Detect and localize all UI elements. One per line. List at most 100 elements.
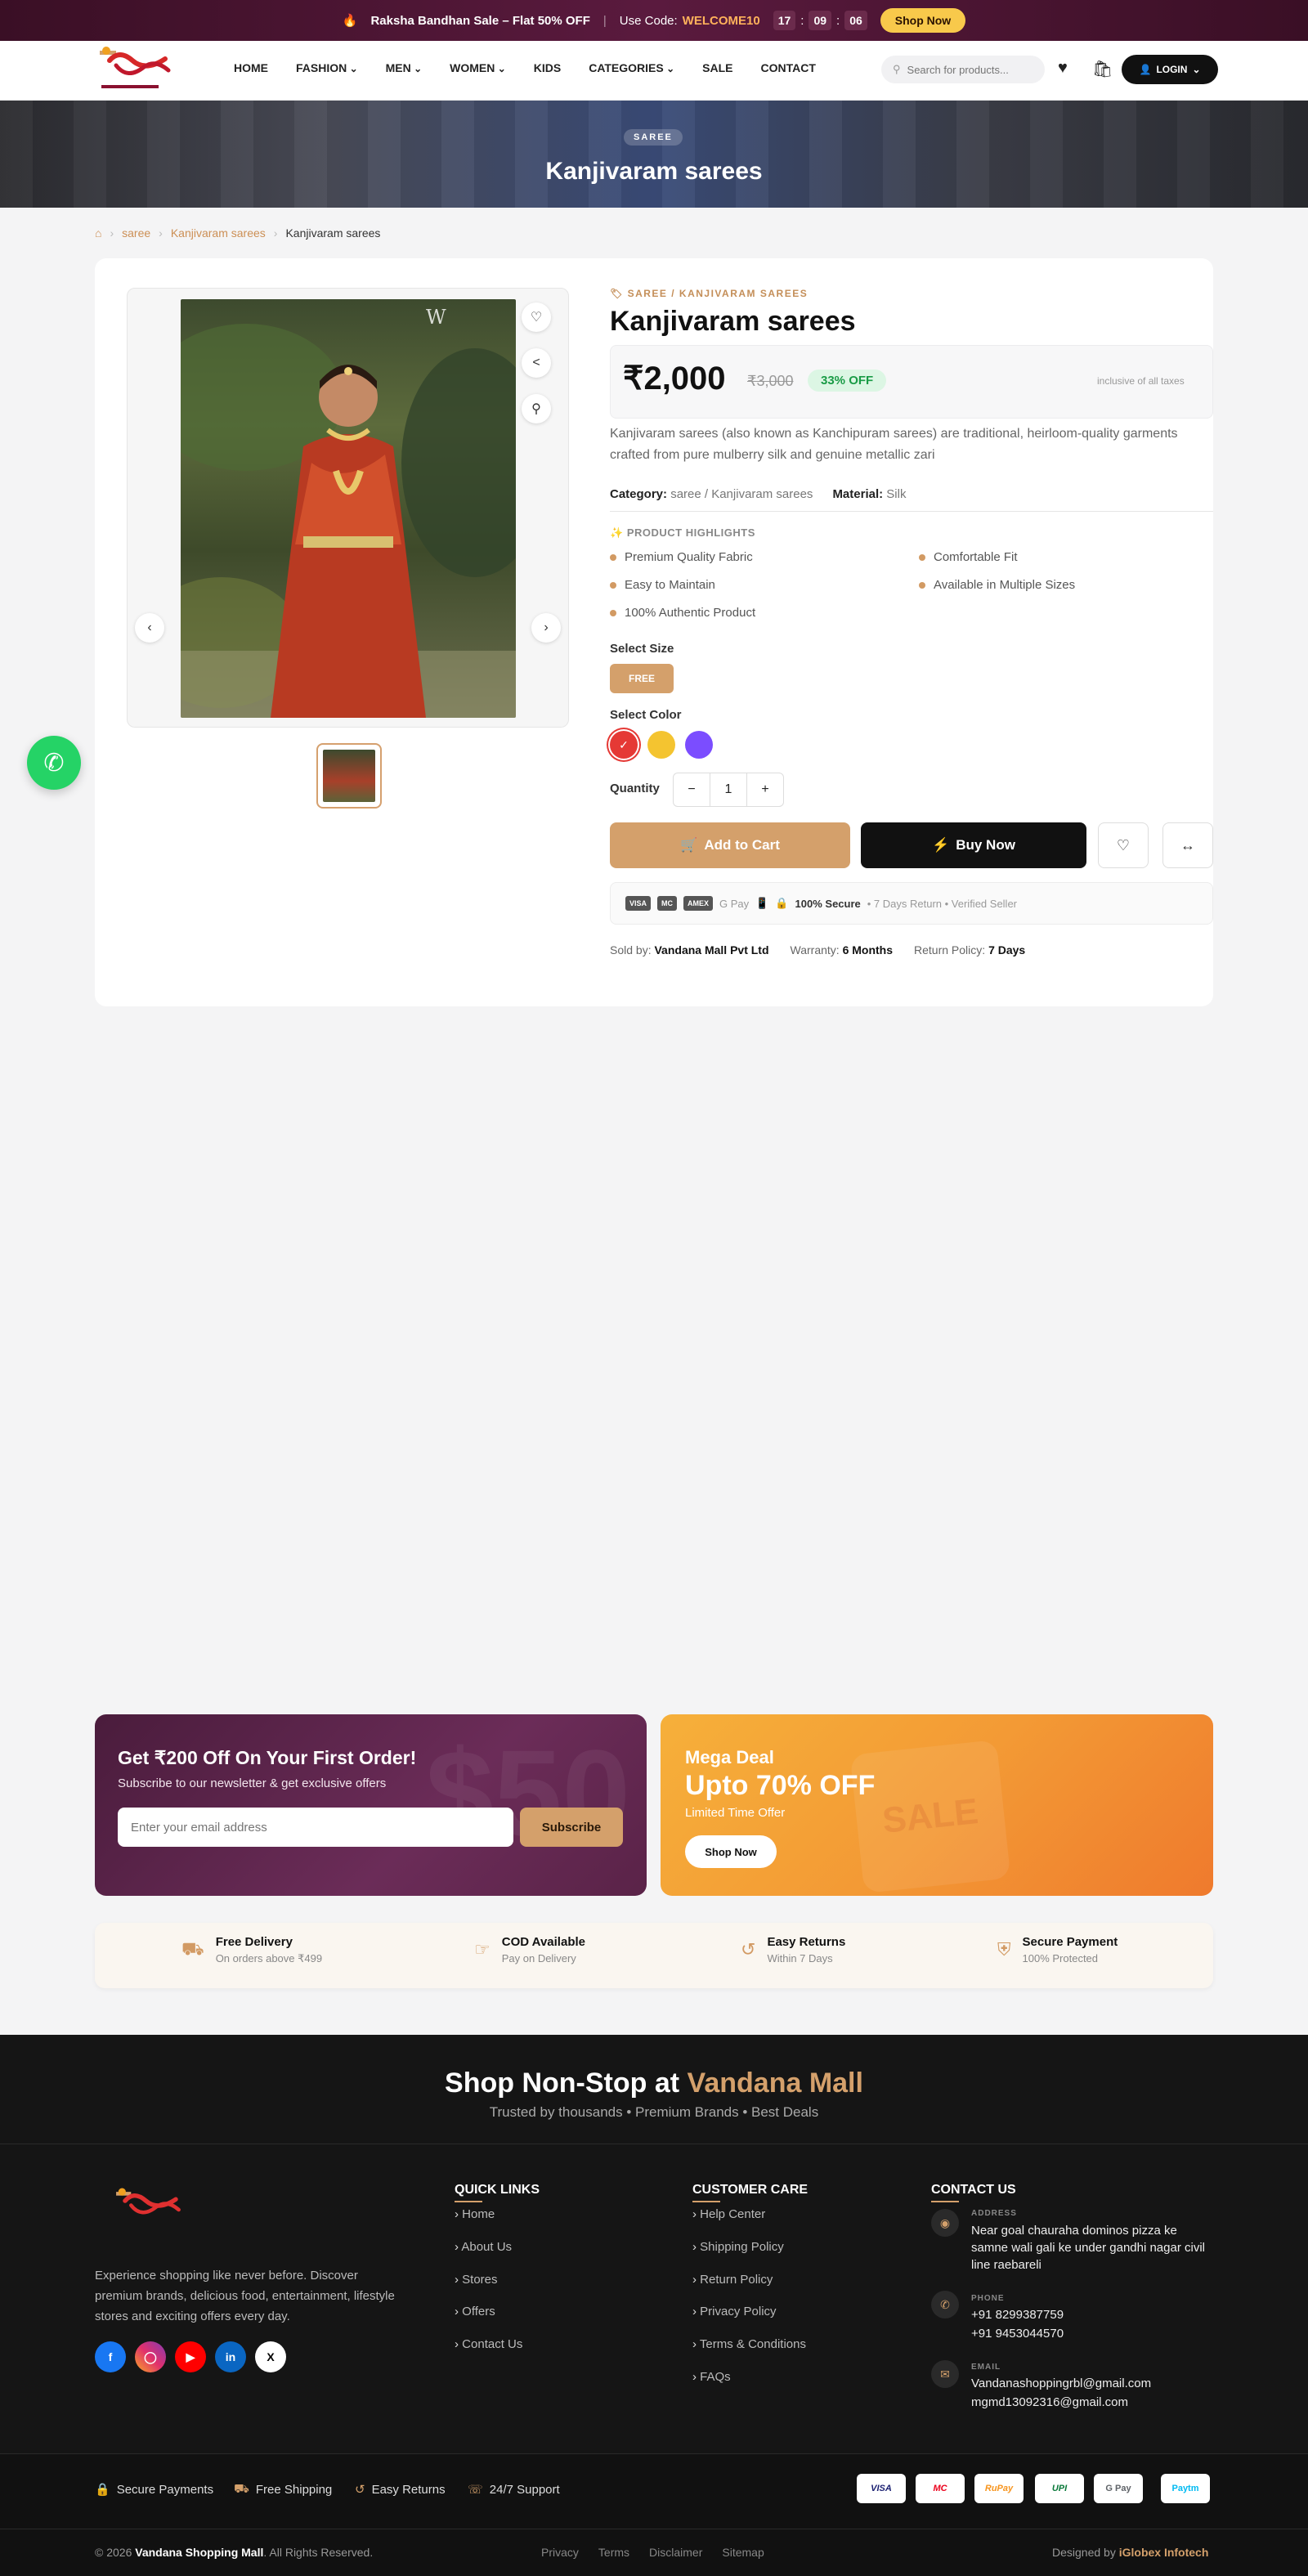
buy-now-label: Buy Now <box>956 837 1015 853</box>
linkedin-icon[interactable]: in <box>215 2341 246 2372</box>
footer-about: Experience shopping like never before. D… <box>95 2269 395 2323</box>
footer-link-returns[interactable]: Return Policy <box>692 2273 773 2287</box>
wishlist-button-heart-icon[interactable]: ♡ <box>1098 822 1149 868</box>
footer-link-terms[interactable]: Terms & Conditions <box>692 2337 806 2351</box>
subscribe-button[interactable]: Subscribe <box>520 1808 623 1847</box>
address-value: Near goal chauraha dominos pizza ke samn… <box>971 2224 1205 2272</box>
increase-button[interactable]: + <box>747 773 783 806</box>
home-icon[interactable]: ⌂ <box>95 226 101 240</box>
footer-logo[interactable] <box>103 2184 198 2235</box>
bottom-link-sitemap[interactable]: Sitemap <box>722 2546 764 2559</box>
site-logo[interactable] <box>95 43 180 98</box>
footer-link-shipping[interactable]: Shipping Policy <box>692 2240 784 2254</box>
zoom-icon[interactable]: ⚲ <box>522 394 551 423</box>
phone-icon: 📱 <box>755 897 769 909</box>
decrease-button[interactable]: − <box>674 773 710 806</box>
share-icon[interactable]: < <box>522 348 551 378</box>
add-to-cart-button[interactable]: 🛒 Add to Cart <box>610 822 850 868</box>
newsletter-card: $50 Get ₹200 Off On Your First Order! Su… <box>95 1714 647 1896</box>
nav-sale[interactable]: SALE <box>702 61 732 74</box>
nav-men[interactable]: MEN <box>386 61 423 74</box>
email-field[interactable] <box>118 1808 513 1847</box>
email-value-1[interactable]: Vandanashoppingrbl@gmail.com <box>971 2375 1151 2392</box>
highlight-item: Easy to Maintain <box>610 578 715 592</box>
prev-image-chevron-icon[interactable]: ‹ <box>135 613 164 643</box>
footer-link-privacy[interactable]: Privacy Policy <box>692 2305 776 2318</box>
designer-link[interactable]: iGlobex Infotech <box>1119 2546 1209 2559</box>
promo-bar: 🔥 Raksha Bandhan Sale – Flat 50% OFF | U… <box>0 0 1308 41</box>
breadcrumb-item[interactable]: saree <box>122 226 150 240</box>
wishlist-heart-icon[interactable]: ♡ <box>522 302 551 332</box>
quantity-value[interactable]: 1 <box>710 773 747 806</box>
bottom-link-terms[interactable]: Terms <box>598 2546 629 2559</box>
footer-link-help[interactable]: Help Center <box>692 2207 765 2221</box>
size-option-free[interactable]: FREE <box>610 664 674 693</box>
footer-link-home[interactable]: Home <box>455 2207 495 2221</box>
facebook-icon[interactable]: f <box>95 2341 126 2372</box>
youtube-icon[interactable]: ▶ <box>175 2341 206 2372</box>
color-swatch-purple[interactable] <box>685 731 713 759</box>
product-description: Kanjivaram sarees (also known as Kanchip… <box>610 427 1178 462</box>
product-thumbnail[interactable] <box>316 743 382 809</box>
color-swatch-red[interactable]: ✓ <box>610 731 638 759</box>
footer-title: Shop Non-Stop at Vandana Mall <box>445 2068 863 2099</box>
product-title: Kanjivaram sarees <box>610 306 856 337</box>
mega-sub: Limited Time Offer <box>685 1806 786 1820</box>
instagram-icon[interactable]: ◯ <box>135 2341 166 2372</box>
nav-contact[interactable]: CONTACT <box>760 61 815 74</box>
footer-link-offers[interactable]: Offers <box>455 2305 495 2318</box>
promo-shop-now-button[interactable]: Shop Now <box>880 8 966 33</box>
email-value-2[interactable]: mgmd13092316@gmail.com <box>971 2394 1128 2411</box>
footer-link-about[interactable]: About Us <box>455 2240 512 2254</box>
footer-bottom-links: Privacy Terms Disclaimer Sitemap <box>541 2546 764 2559</box>
buy-now-button[interactable]: ⚡ Buy Now <box>861 822 1086 868</box>
upi-icon: UPI <box>1035 2474 1084 2503</box>
compare-arrows-icon[interactable]: ↔ <box>1162 822 1213 868</box>
search-box[interactable]: ⚲ <box>881 56 1045 83</box>
next-image-chevron-icon[interactable]: › <box>531 613 561 643</box>
product-image[interactable]: W <box>181 299 516 718</box>
promo-code-label: Use Code: <box>619 13 678 28</box>
lock-icon: 🔒 <box>95 2483 110 2497</box>
footer-link-stores[interactable]: Stores <box>455 2273 497 2287</box>
nav-fashion[interactable]: FASHION <box>296 61 358 74</box>
phone-value-1[interactable]: +91 8299387759 <box>971 2306 1064 2323</box>
mega-shop-now-button[interactable]: Shop Now <box>685 1835 777 1868</box>
address-label: ADDRESS <box>971 2209 1017 2218</box>
cart-icon[interactable]: 🛍 <box>1092 59 1113 79</box>
nav-home[interactable]: HOME <box>234 61 268 74</box>
breadcrumb-separator: › <box>273 226 278 240</box>
phone-value-2[interactable]: +91 9453044570 <box>971 2325 1064 2342</box>
breadcrumb-separator: › <box>110 226 114 240</box>
footer-link-contact[interactable]: Contact Us <box>455 2337 522 2351</box>
feature-title: Easy Returns <box>767 1935 846 1949</box>
color-swatch-yellow[interactable] <box>647 731 675 759</box>
search-input[interactable] <box>907 63 1030 76</box>
sold-by-label: Sold by: <box>610 943 652 956</box>
category-label: Category: <box>610 487 668 501</box>
add-to-cart-label: Add to Cart <box>704 837 780 853</box>
footer-headline: Shop Non-Stop at Vandana Mall Trusted by… <box>0 2035 1308 2144</box>
breadcrumb-item[interactable]: Kanjivaram sarees <box>171 226 266 240</box>
badge-free-shipping: ⛟ Free Shipping <box>234 2482 333 2497</box>
paytm-icon: Paytm <box>1161 2474 1210 2503</box>
footer-link-faqs[interactable]: FAQs <box>692 2370 731 2384</box>
heart-icon[interactable]: ♥ <box>1058 59 1068 78</box>
category-value: saree / Kanjivaram sarees <box>670 487 813 501</box>
login-button[interactable]: 👤 LOGIN ⌄ <box>1122 55 1218 84</box>
nav-kids[interactable]: KIDS <box>534 61 561 74</box>
whatsapp-icon[interactable]: ✆ <box>27 736 81 790</box>
x-twitter-icon[interactable]: X <box>255 2341 286 2372</box>
bottom-link-disclaimer[interactable]: Disclaimer <box>649 2546 702 2559</box>
secure-extra: • 7 Days Return • Verified Seller <box>867 897 1018 910</box>
bottom-link-privacy[interactable]: Privacy <box>541 2546 579 2559</box>
mastercard-icon: MC <box>657 896 678 911</box>
nav-categories[interactable]: CATEGORIES <box>589 61 674 74</box>
feature-sub: Within 7 Days <box>767 1952 833 1964</box>
location-pin-icon: ◉ <box>931 2209 959 2237</box>
nav-women[interactable]: WOMEN <box>450 61 506 74</box>
quick-links-title: QUICK LINKS <box>455 2183 540 2202</box>
tax-note: inclusive of all taxes <box>1097 375 1185 387</box>
material-value: Silk <box>886 487 907 501</box>
sale-tag-watermark: SALE <box>849 1740 1011 1893</box>
